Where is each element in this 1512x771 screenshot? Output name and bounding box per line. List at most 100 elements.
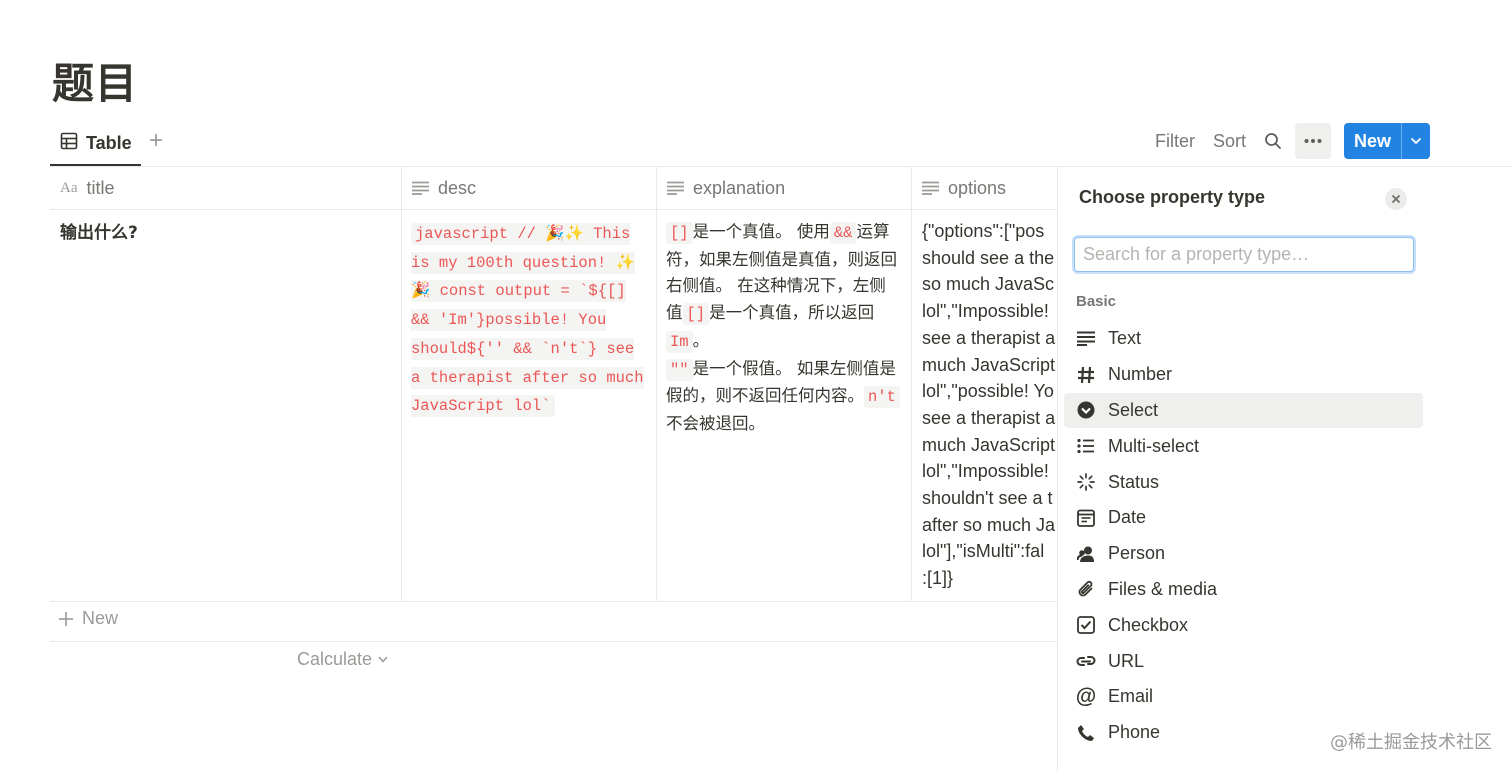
options-line: {"options":["pos: [922, 221, 1045, 241]
options-line: :[1]}: [922, 568, 954, 589]
view-bar: Table + Filter Sort New: [50, 122, 1430, 166]
options-line: lol"],"isMulti":fal: [922, 541, 1045, 562]
add-row-button[interactable]: New: [58, 608, 118, 629]
property-type-label: Select: [1108, 399, 1159, 420]
inline-code: Im: [666, 330, 693, 353]
property-type-label: Text: [1108, 328, 1142, 349]
text-aa-icon: Aa: [60, 179, 78, 196]
cell-desc[interactable]: javascript // 🎉✨ This is my 100th questi…: [401, 210, 656, 428]
text-lines-icon: [412, 181, 429, 195]
property-type-status[interactable]: Status: [1064, 464, 1423, 500]
cell-options[interactable]: {"options":["pos should see a the so much …: [912, 210, 1057, 600]
phone-icon: [1076, 723, 1096, 743]
inline-code: &&: [829, 222, 857, 244]
property-type-label: Multi-select: [1108, 435, 1200, 456]
explanation-text: 。: [692, 330, 710, 350]
plus-icon: +: [148, 127, 163, 154]
page-title[interactable]: 题目: [52, 50, 138, 111]
calculate-button[interactable]: Calculate: [297, 649, 388, 670]
options-line: shouldn't see a t: [922, 488, 1053, 509]
options-line: much JavaScript: [922, 434, 1056, 455]
options-line: after so much Ja: [922, 514, 1056, 535]
column-header-label: desc: [438, 177, 477, 198]
property-type-files-media[interactable]: Files & media: [1064, 572, 1423, 608]
property-type-search-input[interactable]: [1074, 237, 1414, 272]
inline-code: n't: [864, 386, 900, 409]
options-line: lol","possible! Yo: [922, 381, 1054, 402]
cell-explanation[interactable]: [] 是一个真值。 使用 && 运算符，如果左侧值是真值，则返回右侧值。 在这种情况下…: [656, 210, 911, 446]
cell-title[interactable]: 输出什么?: [50, 210, 401, 255]
options-line: much JavaScript: [922, 354, 1056, 375]
at-sign-icon: @: [1075, 684, 1097, 708]
text-lines-icon: [922, 181, 939, 195]
inline-code: []: [682, 303, 710, 326]
add-row-label: New: [82, 608, 119, 628]
section-label: Basic: [1076, 293, 1117, 310]
text-lines-icon: [1076, 329, 1096, 349]
explanation-text: 是一个真值，所以返回: [709, 303, 875, 323]
new-button[interactable]: New: [1344, 123, 1401, 159]
select-chevron-circle-icon: [1076, 400, 1096, 420]
calculate-label: Calculate: [297, 649, 373, 669]
property-type-label: Number: [1108, 364, 1173, 385]
text-lines-icon: [667, 181, 684, 195]
new-dropdown-button[interactable]: [1401, 123, 1430, 159]
sort-button[interactable]: Sort: [1204, 131, 1255, 152]
column-header-options[interactable]: options: [911, 167, 1057, 209]
property-type-label: Checkbox: [1108, 614, 1189, 635]
add-view-button[interactable]: +: [144, 128, 168, 154]
inline-code: javascript // 🎉✨ This is my 100th questi…: [411, 223, 644, 418]
search-icon: [1265, 133, 1281, 149]
property-type-label: Email: [1108, 686, 1154, 707]
property-type-select[interactable]: Select: [1064, 392, 1423, 429]
property-type-label: Status: [1108, 471, 1160, 492]
property-type-url[interactable]: URL: [1064, 643, 1423, 679]
options-line: lol","Impossible!: [922, 461, 1049, 482]
options-line: should see a the: [922, 247, 1055, 268]
close-button[interactable]: [1385, 188, 1407, 210]
panel-title: Choose property type: [1079, 187, 1266, 207]
ellipsis-icon: [1304, 139, 1322, 143]
property-type-label: Date: [1108, 507, 1147, 528]
options-line: lol","Impossible!: [922, 301, 1049, 322]
column-header-desc[interactable]: desc: [401, 167, 656, 209]
options-line: see a therapist a: [922, 407, 1056, 428]
inline-code: []: [666, 222, 693, 244]
bulleted-list-icon: [1076, 436, 1096, 456]
property-type-checkbox[interactable]: Checkbox: [1064, 607, 1423, 643]
property-type-panel: Choose property type Basic Text Number S…: [1057, 167, 1512, 771]
options-line: so much JavaSc: [922, 274, 1055, 295]
tab-table[interactable]: Table: [50, 122, 141, 166]
property-type-label: Person: [1108, 543, 1166, 564]
column-header-label: explanation: [693, 177, 786, 198]
column-header-explanation[interactable]: explanation: [656, 167, 911, 209]
column-header-title[interactable]: Aa title: [50, 167, 401, 209]
explanation-text: 是一个假值。 如果左侧值是假的，则不返回任何内容。: [666, 358, 896, 406]
property-type-number[interactable]: Number: [1064, 357, 1423, 393]
table-icon: [60, 132, 78, 155]
tab-table-label: Table: [86, 132, 132, 153]
link-icon: [1076, 651, 1096, 671]
chevron-down-icon: [1410, 137, 1422, 145]
divider: [50, 601, 1057, 602]
search-button[interactable]: [1255, 123, 1291, 159]
property-type-date[interactable]: Date: [1064, 500, 1423, 536]
property-type-multi-select[interactable]: Multi-select: [1064, 428, 1423, 464]
property-type-list: Text Number Select Multi-select Status D…: [1064, 321, 1423, 751]
filter-button[interactable]: Filter: [1146, 131, 1204, 152]
column-header-label: title: [86, 177, 115, 198]
property-type-text[interactable]: Text: [1064, 321, 1423, 357]
calendar-icon: [1076, 508, 1096, 528]
plus-icon: [59, 611, 73, 626]
watermark: @稀土掘金技术社区: [1330, 732, 1492, 753]
checkbox-icon: [1076, 615, 1096, 635]
property-type-label: URL: [1108, 650, 1145, 671]
property-type-person[interactable]: Person: [1064, 536, 1423, 572]
more-options-button[interactable]: [1294, 123, 1331, 159]
property-type-email[interactable]: @ Email: [1064, 679, 1423, 715]
view-actions: Filter Sort New: [1146, 123, 1430, 159]
person-icon: [1076, 544, 1096, 564]
chevron-down-icon: [378, 656, 388, 663]
new-button-group: New: [1343, 123, 1430, 159]
explanation-text: 不会被退回。: [666, 413, 765, 433]
